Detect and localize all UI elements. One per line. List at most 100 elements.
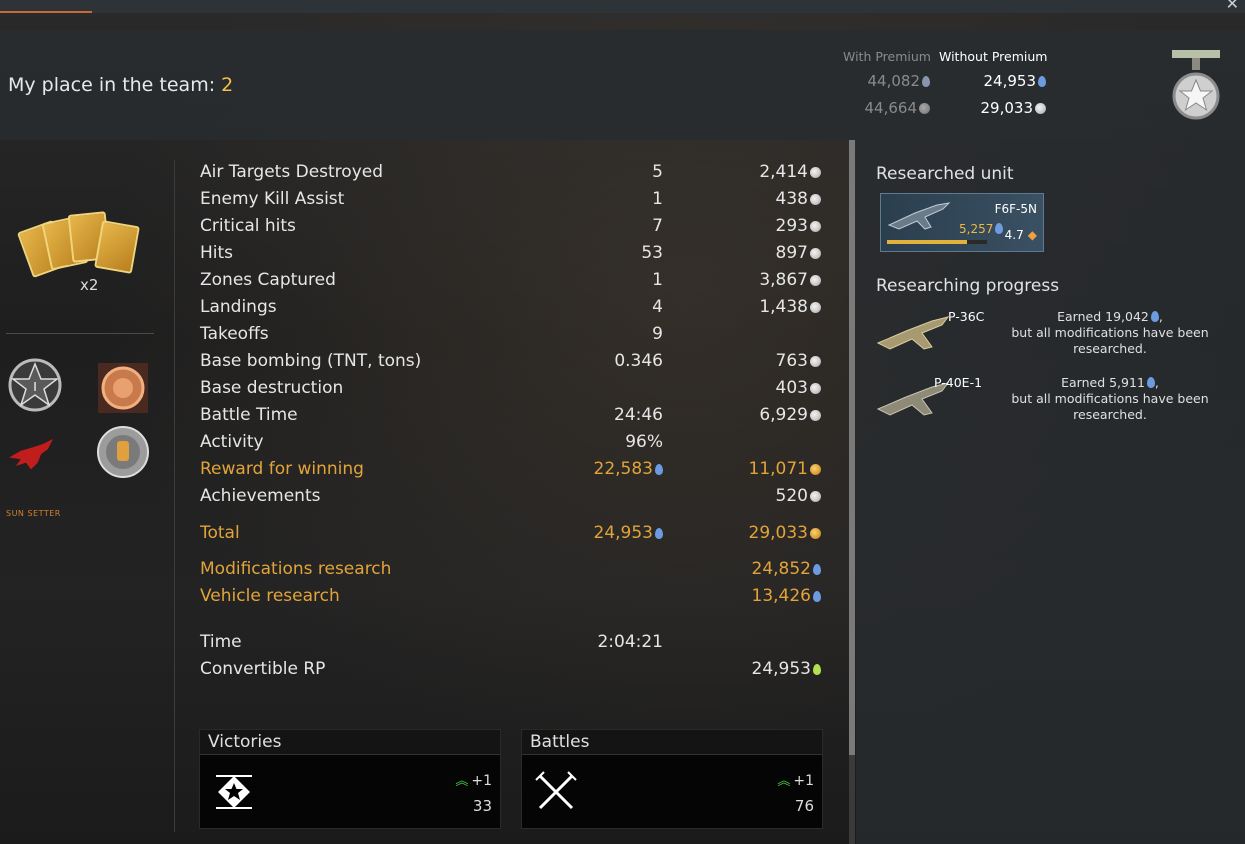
aircraft-name: P-36C xyxy=(948,309,985,324)
star-rank-badge-icon[interactable]: I xyxy=(8,358,62,412)
table-row: Takeoffs 9 xyxy=(200,324,825,351)
time-row: Time 2:04:21 xyxy=(200,632,825,659)
research-points-icon xyxy=(1150,311,1159,322)
stat-reward-value: 11,071 xyxy=(748,459,808,479)
stat-label: Enemy Kill Assist xyxy=(200,189,345,209)
stat-reward-value: 763 xyxy=(775,351,808,371)
with-premium-rp-value: 44,082 xyxy=(867,72,921,90)
research-note-earned: Earned 19,042 xyxy=(1057,309,1149,324)
silver-lions-icon xyxy=(810,275,821,286)
stat-reward-value: 403 xyxy=(775,378,808,398)
vehicle-research-label: Vehicle research xyxy=(200,586,340,606)
without-premium-sl-value: 29,033 xyxy=(980,99,1034,117)
stat-label: Zones Captured xyxy=(200,270,336,290)
battles-box: Battles ︽ +1 76 xyxy=(521,729,823,829)
silver-lions-icon xyxy=(810,194,821,205)
unit-name: F6F-5N xyxy=(994,202,1037,216)
vehicle-research-amount: 13,426 xyxy=(751,586,811,606)
scrollbar[interactable] xyxy=(849,140,855,844)
laurel-badge-icon[interactable] xyxy=(96,361,150,415)
close-icon[interactable]: ✕ xyxy=(1226,0,1239,13)
without-premium-label: Without Premium xyxy=(939,49,1048,64)
stat-value: 7 xyxy=(652,216,663,236)
silver-lions-icon xyxy=(810,528,821,539)
team-place-value: 2 xyxy=(221,74,234,96)
table-row: Activity 96% xyxy=(200,432,825,459)
medal-icon xyxy=(1172,50,1220,120)
silver-lions-icon xyxy=(810,491,821,502)
vehicle-research-row: Vehicle research 13,426 xyxy=(200,586,825,613)
silver-lions-icon xyxy=(810,167,821,178)
silver-lions-icon xyxy=(810,383,821,394)
victories-box: Victories ︽ +1 33 xyxy=(199,729,501,829)
total-sl: 29,033 xyxy=(749,523,821,543)
without-premium-sl: 29,033 xyxy=(936,99,1046,117)
victories-delta: ︽ +1 xyxy=(455,770,492,789)
convertible-rp-label: Convertible RP xyxy=(200,659,326,679)
divider xyxy=(6,333,154,334)
stat-label: Battle Time xyxy=(200,405,298,425)
stat-label: Air Targets Destroyed xyxy=(200,162,383,182)
stat-label: Base bombing (TNT, tons) xyxy=(200,351,422,371)
stat-value: 4 xyxy=(652,297,663,317)
time-value: 2:04:21 xyxy=(597,632,663,652)
red-bull-icon[interactable] xyxy=(4,428,58,482)
team-place-label: My place in the team: xyxy=(8,74,222,96)
table-row: Zones Captured 1 3,867 xyxy=(200,270,825,297)
research-note-detail: but all modifications have been research… xyxy=(1011,325,1209,356)
aircraft-icon xyxy=(887,202,951,230)
unit-br-value: 4.7 xyxy=(1004,228,1024,242)
stat-label: Activity xyxy=(200,432,264,452)
research-points-icon xyxy=(813,564,821,575)
convertible-rp-row: Convertible RP 24,953 xyxy=(200,659,825,686)
battles-delta-value: +1 xyxy=(793,773,814,789)
stat-reward: 2,414 xyxy=(759,162,821,182)
stat-reward-value: 438 xyxy=(775,189,808,209)
convertible-rp-icon xyxy=(813,664,821,675)
stat-value: 22,583 xyxy=(594,459,663,479)
researched-unit-card[interactable]: F6F-5N 5,257 4.7 ◆ xyxy=(880,193,1044,252)
table-row: Reward for winning 22,583 11,071 xyxy=(200,459,825,486)
stat-reward-value: 520 xyxy=(775,486,808,506)
stat-label: Base destruction xyxy=(200,378,344,398)
victory-emblem-icon xyxy=(216,775,252,809)
vehicle-research-value: 13,426 xyxy=(752,586,821,606)
silver-lions-icon xyxy=(810,221,821,232)
researched-unit-title: Researched unit xyxy=(876,164,1014,184)
unit-research-progress-fill xyxy=(887,240,967,244)
scrollbar-thumb[interactable] xyxy=(849,140,855,755)
battles-title: Battles xyxy=(522,730,822,755)
battles-delta: ︽ +1 xyxy=(777,770,814,789)
unit-rp: 5,257 xyxy=(959,222,1004,236)
research-points-icon xyxy=(1146,377,1155,388)
list-item: P-36C Earned 19,042, but all modification… xyxy=(876,309,1216,369)
victories-delta-value: +1 xyxy=(471,773,492,789)
stat-reward: 293 xyxy=(776,216,821,236)
card-icon xyxy=(94,220,140,274)
modifications-research-value: 24,852 xyxy=(752,559,821,579)
stat-reward-value: 3,867 xyxy=(759,270,808,290)
total-rp-value: 24,953 xyxy=(593,523,653,543)
column-divider xyxy=(174,160,175,832)
modifications-research-label: Modifications research xyxy=(200,559,392,579)
table-row: Enemy Kill Assist 1 438 xyxy=(200,189,825,216)
silver-lions-icon xyxy=(810,410,821,421)
silver-lions-icon xyxy=(810,464,821,475)
card-multiplier: x2 xyxy=(80,276,99,294)
fist-badge-icon[interactable] xyxy=(96,425,150,479)
stat-reward: 763 xyxy=(776,351,821,371)
without-premium-rp: 24,953 xyxy=(936,72,1046,90)
research-note-detail: but all modifications have been research… xyxy=(1011,391,1209,422)
research-points-icon xyxy=(995,223,1004,234)
table-row: Base destruction 403 xyxy=(200,378,825,405)
stat-reward: 438 xyxy=(776,189,821,209)
silver-lions-icon xyxy=(1035,103,1046,114)
battles-count: 76 xyxy=(794,797,814,815)
unit-research-progress xyxy=(887,240,987,244)
research-points-icon xyxy=(655,528,663,539)
stat-reward: 403 xyxy=(776,378,821,398)
stat-reward-value: 1,438 xyxy=(759,297,808,317)
stat-value: 5 xyxy=(652,162,663,182)
chevron-up-icon: ︽ xyxy=(777,774,791,789)
total-row: Total 24,953 29,033 xyxy=(200,523,825,550)
